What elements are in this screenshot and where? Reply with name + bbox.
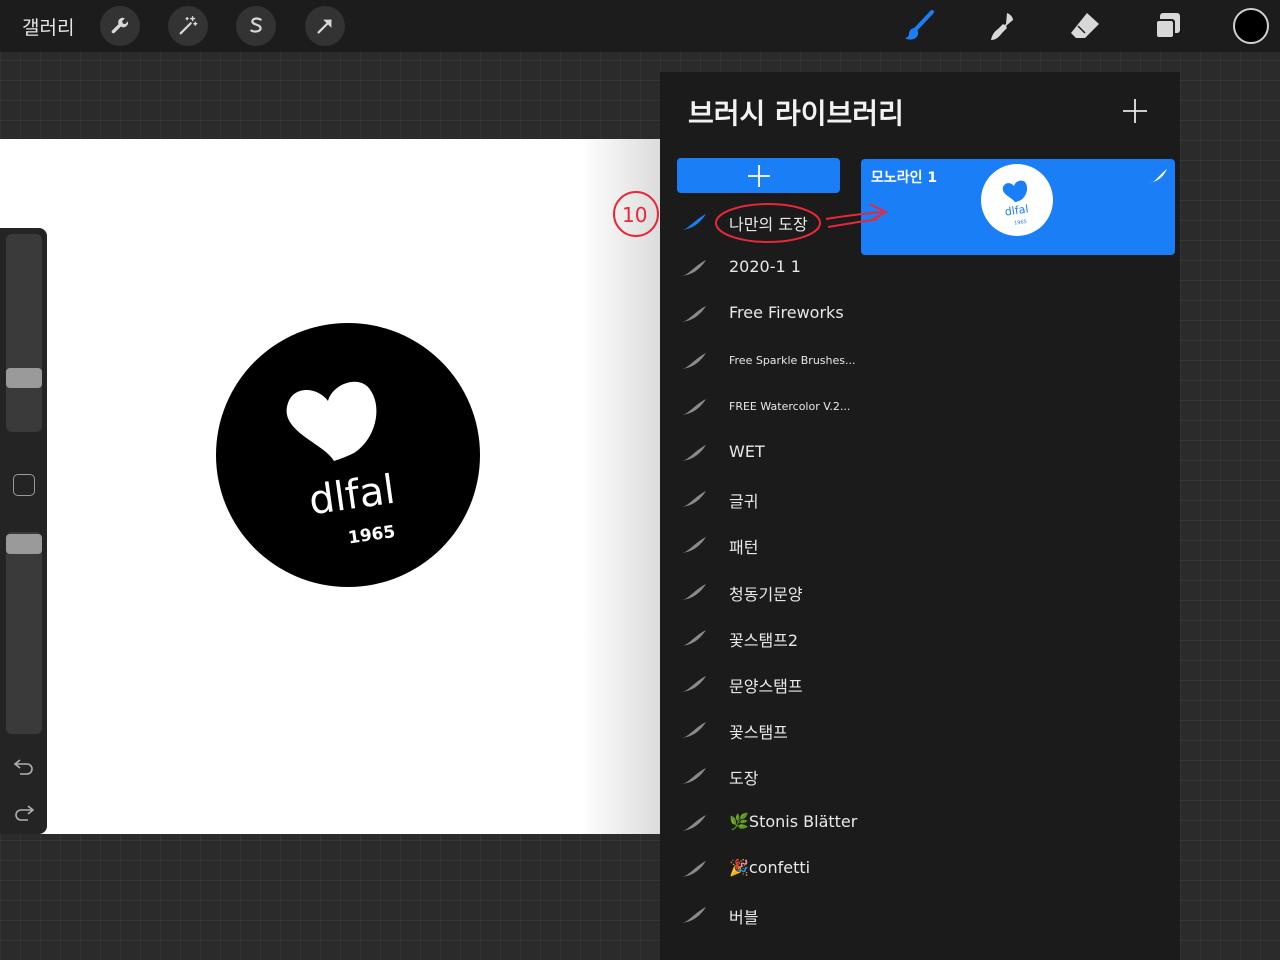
brush-stroke-icon: [681, 814, 706, 831]
opacity-slider[interactable]: [6, 532, 42, 734]
brush-set-label: 꽃스탬프: [729, 723, 788, 743]
brush-set-item[interactable]: 문양스탬프: [660, 660, 860, 706]
brush-stroke-icon: [681, 860, 706, 877]
brush-stroke-icon: [681, 306, 706, 323]
brush-size-thumb[interactable]: [6, 368, 42, 388]
brush-set-item[interactable]: 나만의 도장: [660, 198, 860, 244]
plus-icon[interactable]: [1122, 98, 1148, 124]
logo-year: 1965: [347, 522, 397, 548]
brush-set-label: 꽃스탬프2: [729, 630, 799, 650]
modify-button[interactable]: [13, 474, 35, 496]
brush-set-label: 글귀: [729, 492, 759, 512]
brush-stroke-icon: [681, 768, 706, 785]
brush-stroke-icon: [681, 907, 706, 923]
gallery-button[interactable]: 갤러리: [22, 13, 74, 40]
brush-stroke-icon: [681, 398, 706, 415]
brush-set-item[interactable]: 도장: [660, 752, 860, 798]
selection-s-icon[interactable]: [236, 6, 276, 46]
brush-set-item[interactable]: Free Fireworks: [660, 290, 860, 336]
top-toolbar: 갤러리: [0, 0, 1280, 52]
brush-set-label: FREE Watercolor V.2...: [729, 399, 851, 413]
brush-set-item[interactable]: 꽃스탬프2: [660, 614, 860, 660]
brush-set-label: 패턴: [729, 538, 759, 558]
smudge-icon[interactable]: [984, 8, 1020, 44]
preview-logo-year: 1965: [1014, 219, 1027, 227]
brush-set-item[interactable]: 청동기문양: [660, 568, 860, 614]
left-sidebar: [0, 228, 47, 834]
brush-stroke-icon: [681, 445, 706, 461]
brush-stroke-icon: [681, 722, 706, 739]
stamp-logo: dlfal 1965: [216, 323, 480, 587]
feather-stroke-icon: [1149, 169, 1167, 183]
preview-logo-text: dlfal: [1004, 202, 1029, 218]
brush-stroke-icon: [681, 629, 706, 646]
brush-stroke-icon: [681, 491, 706, 508]
magic-wand-icon[interactable]: [168, 6, 208, 46]
brush-set-label: Free Sparkle Brushes...: [729, 353, 856, 367]
brush-set-label: 나만의 도장: [729, 215, 808, 234]
brush-size-slider[interactable]: [6, 234, 42, 432]
brush-set-item[interactable]: 패턴: [660, 521, 860, 567]
brush-stroke-icon: [681, 583, 706, 600]
layers-icon[interactable]: [1150, 8, 1186, 44]
brush-set-item[interactable]: 버블: [660, 891, 860, 937]
redo-icon[interactable]: [12, 800, 36, 824]
brush-stroke-icon: [681, 352, 706, 369]
logo-text: dlfal: [306, 467, 398, 525]
brush-set-label: 도장: [729, 769, 759, 789]
brush-stroke-icon: [681, 676, 706, 692]
brush-stroke-icon: [681, 214, 706, 230]
brush-set-label: WET: [729, 442, 765, 461]
brush-set-item[interactable]: FREE Watercolor V.2...: [660, 383, 860, 429]
brush-set-label: 🌿Stonis Blätter: [729, 811, 858, 831]
brush-set-item[interactable]: 🌿Stonis Blätter: [660, 799, 860, 845]
brush-preview-logo: dlfal 1965: [981, 164, 1053, 236]
selected-brush-card[interactable]: 모노라인 1 dlfal 1965: [861, 159, 1175, 255]
brush-set-item[interactable]: 글귀: [660, 475, 860, 521]
eraser-icon[interactable]: [1067, 8, 1103, 44]
brush-set-label: Free Fireworks: [729, 303, 844, 323]
transform-arrow-icon[interactable]: [305, 6, 345, 46]
add-brush-set-button[interactable]: [677, 158, 840, 193]
brush-set-item[interactable]: Free Sparkle Brushes...: [660, 337, 860, 383]
brush-set-label: 버블: [729, 908, 759, 927]
brush-name: 모노라인 1: [871, 170, 938, 186]
brush-set-item[interactable]: WET: [660, 429, 860, 475]
opacity-thumb[interactable]: [6, 534, 42, 554]
brush-stroke-icon: [681, 260, 706, 277]
brush-stroke-icon: [681, 537, 706, 554]
brush-set-item[interactable]: 2020-1 1: [660, 244, 860, 290]
wrench-icon[interactable]: [100, 6, 140, 46]
undo-icon[interactable]: [12, 754, 36, 778]
brush-set-label: 청동기문양: [729, 584, 803, 604]
brush-set-label: 🎉confetti: [729, 857, 811, 877]
brush-set-label: 2020-1 1: [729, 257, 801, 277]
drawing-canvas[interactable]: dlfal 1965: [0, 139, 660, 834]
heart-icon: [286, 381, 377, 461]
panel-title: 브러시 라이브러리: [688, 97, 904, 130]
brush-set-item[interactable]: 🎉confetti: [660, 845, 860, 891]
brush-library-panel: 브러시 라이브러리 모노라인 1 dlfal 1965 나만의 도장 2020-1…: [660, 72, 1180, 960]
plus-icon: [747, 164, 770, 187]
brush-icon[interactable]: [901, 8, 937, 44]
brush-set-label: 문양스탬프: [729, 677, 803, 696]
color-picker-swatch[interactable]: [1233, 8, 1269, 44]
brush-set-item[interactable]: 꽃스탬프: [660, 706, 860, 752]
